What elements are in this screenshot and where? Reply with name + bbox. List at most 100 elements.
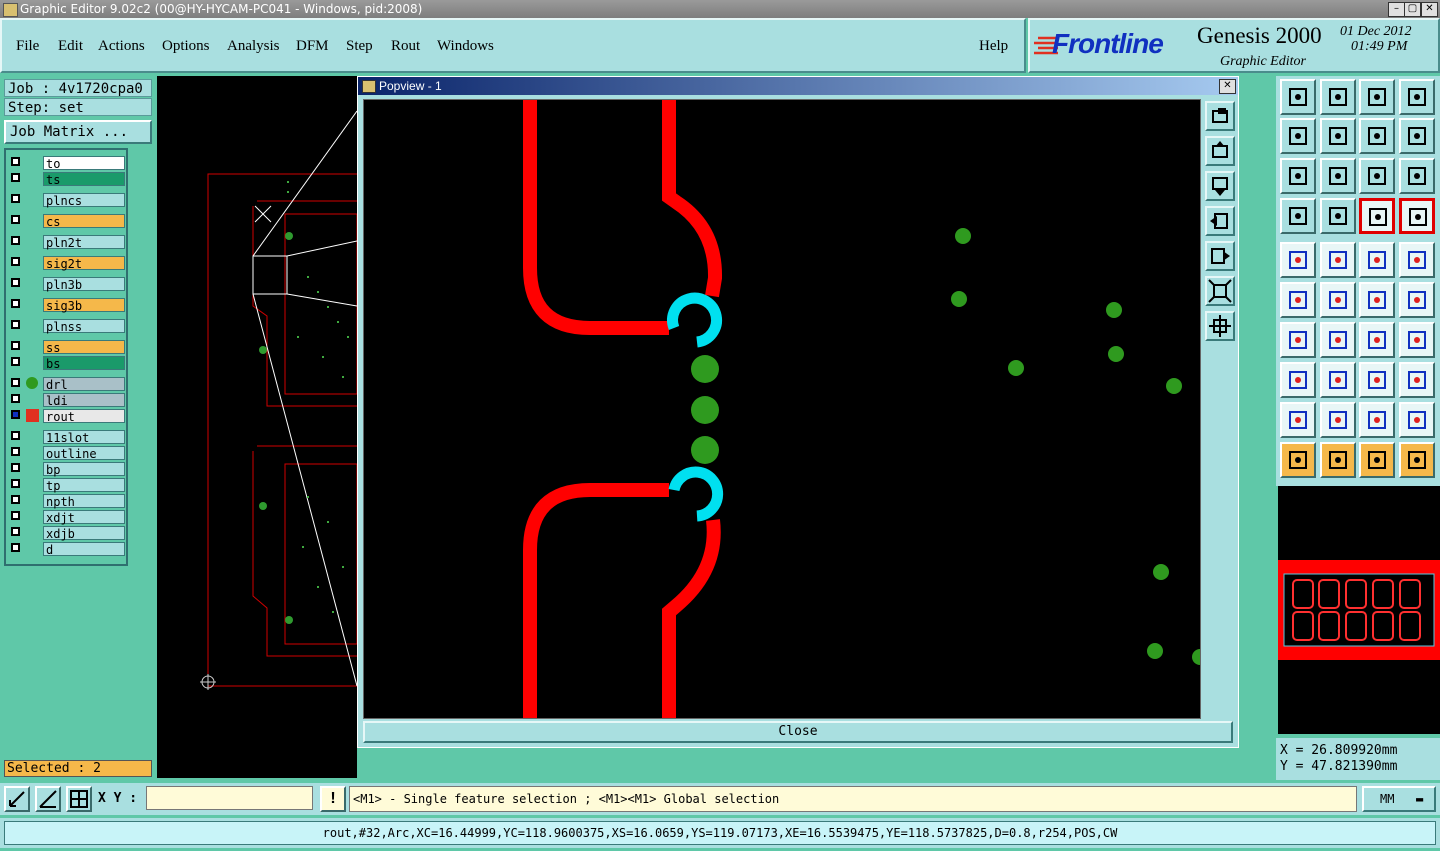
grid-toggle-button[interactable] <box>1320 198 1356 234</box>
layer-row-ss[interactable]: ss <box>9 340 127 355</box>
menu-edit[interactable]: Edit <box>58 38 83 55</box>
filter-split-button[interactable] <box>1399 322 1435 358</box>
triangle-c-button[interactable] <box>1359 402 1395 438</box>
layer-row-bp[interactable]: bp <box>9 462 127 477</box>
popview-title-bar[interactable]: Popview - 1 ✕ <box>358 77 1238 95</box>
layer-checkbox[interactable] <box>11 157 20 166</box>
layer-checkbox[interactable] <box>11 357 20 366</box>
layer-checkbox[interactable] <box>11 463 20 472</box>
route-node-button[interactable] <box>1399 442 1435 478</box>
layer-row-to[interactable]: to <box>9 156 127 171</box>
grid-tool-button[interactable] <box>66 786 92 812</box>
layer-checkbox[interactable] <box>11 320 20 329</box>
layer-row-d[interactable]: d <box>9 542 127 557</box>
menu-windows[interactable]: Windows <box>437 38 494 55</box>
home-button[interactable] <box>1359 79 1395 115</box>
layer-row-tp[interactable]: tp <box>9 478 127 493</box>
arrow-point-2-button[interactable] <box>1399 282 1435 318</box>
zoom-fit-button[interactable] <box>1280 158 1316 194</box>
pan-down-button[interactable] <box>1320 79 1356 115</box>
popview-close-x[interactable]: ✕ <box>1219 79 1236 94</box>
layer-row-pln3b[interactable]: pln3b <box>9 277 127 292</box>
zoom-center-button[interactable] <box>1320 158 1356 194</box>
layer-checkbox[interactable] <box>11 194 20 203</box>
zoom-reset-button[interactable] <box>1359 118 1395 154</box>
menu-file[interactable]: File <box>16 38 39 55</box>
layer-checkbox[interactable] <box>11 394 20 403</box>
triangle-d-button[interactable] <box>1399 402 1435 438</box>
layer-row-plnss[interactable]: plnss <box>9 319 127 334</box>
pv-pan-down-button[interactable] <box>1205 171 1235 201</box>
layer-checkbox[interactable] <box>11 431 20 440</box>
scroll-s-button[interactable] <box>1399 118 1435 154</box>
pv-zoom-out-button[interactable] <box>1205 276 1235 306</box>
pv-pan-right-button[interactable] <box>1205 241 1235 271</box>
layer-checkbox[interactable] <box>11 543 20 552</box>
layer-checkbox[interactable] <box>11 527 20 536</box>
xy-input[interactable] <box>146 786 313 810</box>
layer-checkbox[interactable] <box>11 341 20 350</box>
scale-1-2-button[interactable] <box>1359 158 1395 194</box>
layer-row-xdjt[interactable]: xdjt <box>9 510 127 525</box>
layer-row-bs[interactable]: bs <box>9 356 127 371</box>
drag-line-button[interactable] <box>1320 362 1356 398</box>
connect-nodes-button[interactable] <box>1280 282 1316 318</box>
help-query-button[interactable] <box>1399 158 1435 194</box>
copy-shape-button[interactable] <box>1399 362 1435 398</box>
pv-zoom-fit-button[interactable] <box>1205 101 1235 131</box>
popview-canvas[interactable] <box>363 99 1208 719</box>
layer-checkbox[interactable] <box>11 495 20 504</box>
select-pointer-3-button[interactable] <box>1359 442 1395 478</box>
fill-dot-button[interactable] <box>1399 242 1435 278</box>
select-pointer-2-button[interactable] <box>1320 442 1356 478</box>
rotate-arc-button[interactable] <box>1359 322 1395 358</box>
alert-icon[interactable]: ! <box>320 786 346 812</box>
route-red-2-button[interactable] <box>1399 198 1435 234</box>
popview-close-button[interactable]: Close <box>363 721 1233 743</box>
layer-checkbox[interactable] <box>11 257 20 266</box>
zoom-home-button[interactable] <box>1280 79 1316 115</box>
measure-button[interactable] <box>1359 242 1395 278</box>
layer-checkbox[interactable] <box>11 447 20 456</box>
arrow-point-button[interactable] <box>1359 282 1395 318</box>
pan-left-button[interactable] <box>1280 118 1316 154</box>
split-view-button[interactable] <box>1399 79 1435 115</box>
menu-rout[interactable]: Rout <box>391 38 420 55</box>
pv-pan-left-button[interactable] <box>1205 206 1235 236</box>
layer-checkbox[interactable] <box>11 215 20 224</box>
dimension-button[interactable] <box>1359 362 1395 398</box>
draw-line-button[interactable] <box>1320 242 1356 278</box>
layer-row-ldi[interactable]: ldi <box>9 393 127 408</box>
layer-row-sig2t[interactable]: sig2t <box>9 256 127 271</box>
select-pointer-button[interactable] <box>1280 442 1316 478</box>
job-matrix-button[interactable]: Job Matrix ... <box>4 120 152 144</box>
menu-options[interactable]: Options <box>162 38 210 55</box>
select-pad-button[interactable] <box>1280 242 1316 278</box>
layer-scroll-area[interactable] <box>128 148 154 566</box>
menu-analysis[interactable]: Analysis <box>227 38 280 55</box>
route-red-1-button[interactable] <box>1359 198 1395 234</box>
layer-checkbox[interactable] <box>11 299 20 308</box>
cut-line-button[interactable] <box>1320 322 1356 358</box>
delete-node-button[interactable] <box>1320 282 1356 318</box>
snap-point-button[interactable] <box>1280 362 1316 398</box>
menu-actions[interactable]: Actions <box>98 38 145 55</box>
layer-checkbox[interactable] <box>11 410 20 419</box>
graphic-canvas[interactable] <box>157 76 369 778</box>
layer-row-xdjb[interactable]: xdjb <box>9 526 127 541</box>
layer-row-pln2t[interactable]: pln2t <box>9 235 127 250</box>
layer-checkbox[interactable] <box>11 511 20 520</box>
pv-pan-up-button[interactable] <box>1205 136 1235 166</box>
angle-line-button[interactable] <box>1280 322 1316 358</box>
minimize-button[interactable]: – <box>1388 2 1405 17</box>
layer-row-sig3b[interactable]: sig3b <box>9 298 127 313</box>
layer-checkbox[interactable] <box>11 378 20 387</box>
layer-row-ts[interactable]: ts <box>9 172 127 187</box>
layer-row-cs[interactable]: cs <box>9 214 127 229</box>
layer-checkbox[interactable] <box>11 278 20 287</box>
step-overview[interactable] <box>1278 486 1440 734</box>
units-select[interactable]: MM ▬ <box>1362 786 1436 812</box>
menu-help[interactable]: Help <box>979 38 1008 55</box>
layer-checkbox[interactable] <box>11 236 20 245</box>
triangle-b-button[interactable] <box>1320 402 1356 438</box>
